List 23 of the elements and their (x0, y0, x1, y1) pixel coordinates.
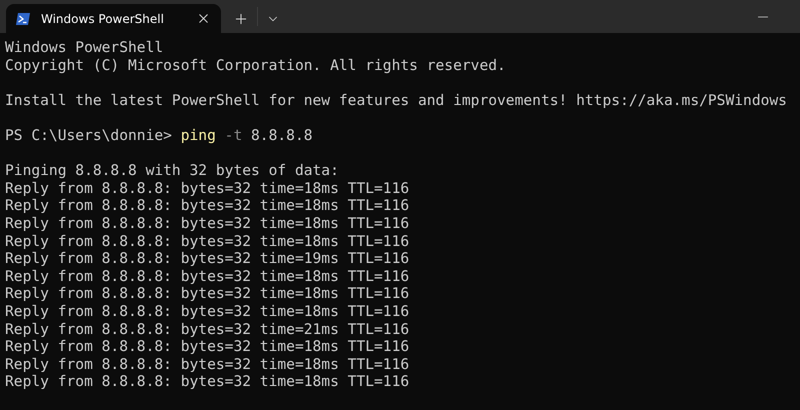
output-line: Reply from 8.8.8.8: bytes=32 time=18ms TTL=116 (5, 268, 410, 286)
output-line: Copyright (C) Microsoft Corporation. All rights reserved. (5, 56, 507, 74)
output-line: Reply from 8.8.8.8: bytes=32 time=18ms TTL=116 (5, 356, 410, 374)
output-line: Reply from 8.8.8.8: bytes=32 time=18ms TTL=116 (5, 232, 410, 250)
command-text: ping (180, 126, 216, 144)
output-line: Reply from 8.8.8.8: bytes=32 time=19ms TTL=116 (5, 250, 410, 268)
output-line: Reply from 8.8.8.8: bytes=32 time=18ms TTL=116 (5, 373, 410, 391)
output-line: Install the latest PowerShell for new features and improvements! https://aka.ms/PSWindows (5, 92, 788, 110)
output-line: Windows PowerShell (5, 39, 164, 57)
output-line: Reply from 8.8.8.8: bytes=32 time=18ms TTL=116 (5, 180, 410, 198)
output-line: Reply from 8.8.8.8: bytes=32 time=18ms TTL=116 (5, 302, 410, 320)
output-line: Reply from 8.8.8.8: bytes=32 time=18ms TTL=116 (5, 338, 410, 356)
prompt-text: PS C:\Users\donnie> (5, 126, 172, 144)
terminal-tab[interactable]: Windows PowerShell (6, 4, 221, 33)
output-line: Reply from 8.8.8.8: bytes=32 time=18ms TTL=116 (5, 197, 410, 215)
tab-title: Windows PowerShell (41, 12, 165, 26)
output-line: Pinging 8.8.8.8 with 32 bytes of data: (5, 162, 340, 180)
parameter-text: -t (224, 126, 242, 144)
output-line: Reply from 8.8.8.8: bytes=32 time=18ms TTL=116 (5, 285, 410, 303)
output-line: Reply from 8.8.8.8: bytes=32 time=21ms TTL=116 (5, 320, 410, 338)
terminal-icon (15, 10, 31, 26)
output-line: Reply from 8.8.8.8: bytes=32 time=18ms TTL=116 (5, 214, 410, 233)
argument-text: 8.8.8.8 (251, 126, 313, 144)
